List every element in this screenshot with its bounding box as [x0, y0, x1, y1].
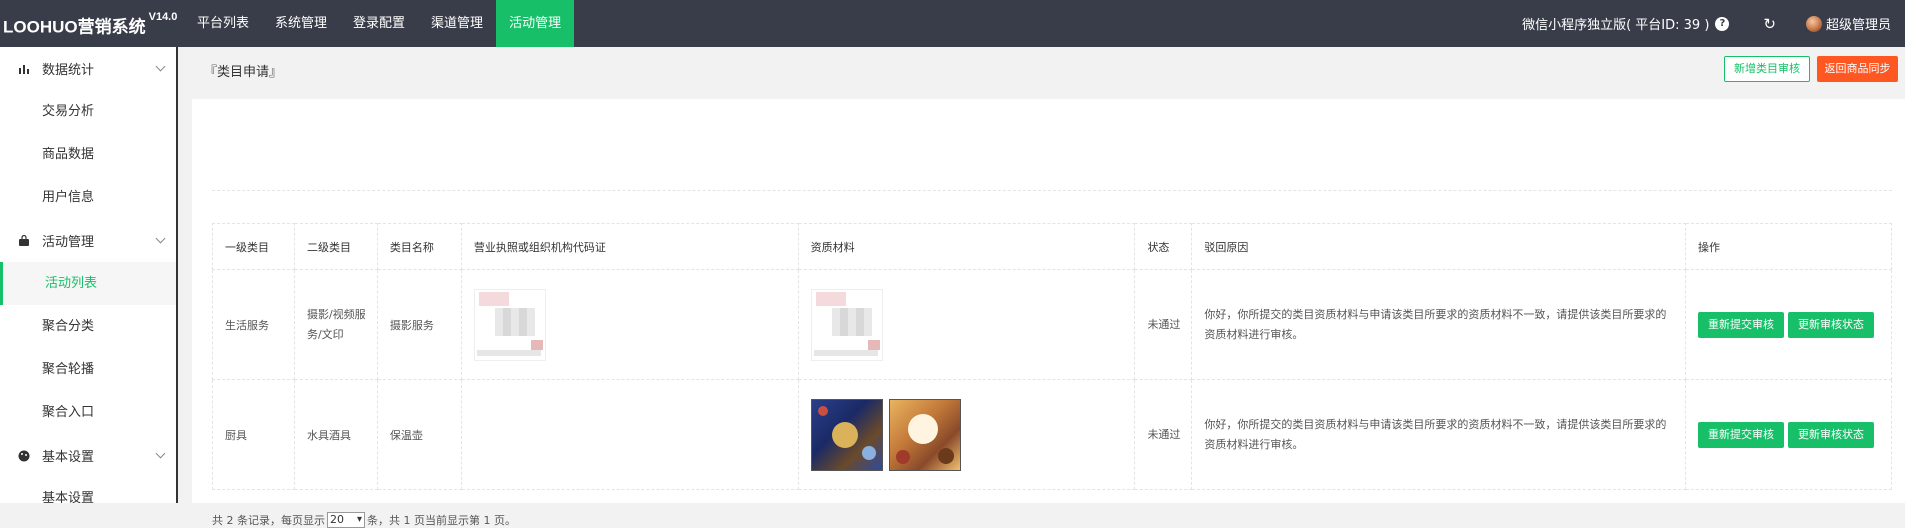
table-row: 厨具 水具酒具 保温壶 未通过 你好，你所提交的类目资质材料与申请该类目所要求的…: [212, 379, 1892, 490]
update-review-status-button[interactable]: 更新审核状态: [1788, 311, 1875, 338]
chevron-down-icon: [155, 61, 166, 72]
cell-actions: 重新提交审核 更新审核状态: [1685, 379, 1892, 490]
topnav-system-management[interactable]: 系统管理: [262, 0, 340, 47]
cell-materials: [797, 379, 1136, 490]
chevron-down-icon: [155, 448, 166, 459]
cell-name: 摄影服务: [376, 269, 462, 380]
category-table: 一级类目 二级类目 类目名称 营业执照或组织机构代码证 资质材料 状态 驳回原因…: [212, 223, 1892, 490]
sidebar-group-label: 数据统计: [42, 63, 95, 78]
cell-actions: 重新提交审核 更新审核状态: [1685, 269, 1892, 380]
bag-icon: [18, 234, 30, 247]
sidebar-item-trade-analysis[interactable]: 交易分析: [0, 90, 176, 133]
cell-license: [460, 379, 799, 490]
table-row: 生活服务 摄影/视频服务/文印 摄影服务 未通过 你好，你所提交的类目资质材料与…: [212, 269, 1892, 380]
breadcrumb: 『类目申请』: [204, 65, 283, 80]
pager-suffix: 条，共 1 页当前显示第 1 页。: [367, 514, 516, 527]
brand-name: LOOHUO营销系统: [3, 17, 146, 37]
page-size-select[interactable]: 20: [327, 512, 365, 528]
material-image[interactable]: [810, 288, 883, 361]
page-size-value: 20: [330, 513, 344, 526]
cell-status: 未通过: [1134, 269, 1193, 380]
user-menu[interactable]: 超级管理员: [1805, 14, 1891, 33]
sidebar-group-basic-settings[interactable]: 基本设置: [0, 434, 176, 477]
cell-license: [460, 269, 799, 380]
add-category-review-button[interactable]: 新增类目审核: [1724, 56, 1810, 82]
pagination: 共 2 条记录，每页显示 20 条，共 1 页当前显示第 1 页。: [212, 512, 516, 528]
sidebar-item-goods-data[interactable]: 商品数据: [0, 133, 176, 176]
pager-prefix: 共 2 条记录，每页显示: [212, 514, 325, 527]
resubmit-review-button[interactable]: 重新提交审核: [1698, 421, 1785, 448]
column-header: 驳回原因: [1191, 223, 1687, 270]
sidebar-group-data-stats[interactable]: 数据统计: [0, 47, 176, 90]
palette-icon: [18, 450, 30, 462]
sidebar-item-aggregate-entry[interactable]: 聚合入口: [0, 391, 176, 434]
cell-name: 保温壶: [376, 379, 462, 490]
column-header: 类目名称: [376, 223, 462, 270]
cell-cat2: 摄影/视频服务/文印: [293, 269, 378, 380]
cell-reason: 你好，你所提交的类目资质材料与申请该类目所要求的资质材料不一致，请提供该类目所要…: [1191, 269, 1687, 380]
sidebar-item-basic-settings[interactable]: 基本设置: [0, 477, 176, 503]
column-header: 二级类目: [293, 223, 378, 270]
topnav-platform-list[interactable]: 平台列表: [184, 0, 262, 47]
sidebar-item-user-info[interactable]: 用户信息: [0, 176, 176, 219]
top-bar: LOOHUO营销系统V14.0 平台列表 系统管理 登录配置 渠道管理 活动管理…: [0, 0, 1905, 47]
license-image[interactable]: [473, 288, 546, 361]
material-image[interactable]: [888, 398, 961, 471]
sidebar-item-aggregate-carousel[interactable]: 聚合轮播: [0, 348, 176, 391]
brand-logo[interactable]: LOOHUO营销系统V14.0: [3, 0, 177, 47]
brand-version: V14.0: [148, 11, 178, 23]
sidebar-group-label: 活动管理: [42, 235, 95, 250]
bar-chart-icon: [18, 63, 30, 75]
cell-cat1: 生活服务: [212, 269, 295, 380]
table-header-row: 一级类目 二级类目 类目名称 营业执照或组织机构代码证 资质材料 状态 驳回原因…: [212, 223, 1892, 270]
sidebar-item-activity-list[interactable]: 活动列表: [0, 262, 176, 305]
column-header: 一级类目: [212, 223, 295, 270]
user-name: 超级管理员: [1825, 18, 1891, 33]
cell-reason: 你好，你所提交的类目资质材料与申请该类目所要求的资质材料不一致，请提供该类目所要…: [1191, 379, 1687, 490]
column-header: 操作: [1685, 223, 1892, 270]
main-content: 『类目申请』 新增类目审核 返回商品同步 一级类目 二级类目 类目名称 营业执照…: [180, 47, 1905, 528]
help-icon[interactable]: ?: [1715, 16, 1730, 31]
sidebar: 数据统计 交易分析 商品数据 用户信息 活动管理 活动列表 聚合分类 聚合轮播 …: [0, 47, 178, 503]
cell-cat1: 厨具: [212, 379, 295, 490]
column-header: 营业执照或组织机构代码证: [460, 223, 799, 270]
platform-info: 微信小程序独立版( 平台ID: 39 ): [1522, 18, 1710, 33]
back-goods-sync-button[interactable]: 返回商品同步: [1817, 56, 1898, 82]
cell-cat2: 水具酒具: [293, 379, 378, 490]
topnav-activity-management[interactable]: 活动管理: [496, 0, 575, 47]
column-header: 资质材料: [797, 223, 1136, 270]
top-right: 微信小程序独立版( 平台ID: 39 ) ? ↻ 超级管理员: [1522, 0, 1905, 47]
column-header: 状态: [1134, 223, 1193, 270]
top-nav: 平台列表 系统管理 登录配置 渠道管理 活动管理: [184, 0, 575, 47]
topnav-login-config[interactable]: 登录配置: [340, 0, 418, 47]
sidebar-group-label: 基本设置: [42, 450, 95, 465]
refresh-icon[interactable]: ↻: [1763, 15, 1776, 33]
update-review-status-button[interactable]: 更新审核状态: [1788, 421, 1875, 448]
cell-materials: [797, 269, 1136, 380]
sidebar-group-activity[interactable]: 活动管理: [0, 219, 176, 262]
cell-status: 未通过: [1134, 379, 1193, 490]
avatar: [1805, 15, 1822, 32]
divider: [212, 190, 1892, 191]
sidebar-item-aggregate-category[interactable]: 聚合分类: [0, 305, 176, 348]
content-card: 一级类目 二级类目 类目名称 营业执照或组织机构代码证 资质材料 状态 驳回原因…: [192, 99, 1905, 528]
resubmit-review-button[interactable]: 重新提交审核: [1698, 311, 1785, 338]
chevron-down-icon: [155, 233, 166, 244]
material-image[interactable]: [810, 398, 883, 471]
topnav-channel-management[interactable]: 渠道管理: [418, 0, 496, 47]
